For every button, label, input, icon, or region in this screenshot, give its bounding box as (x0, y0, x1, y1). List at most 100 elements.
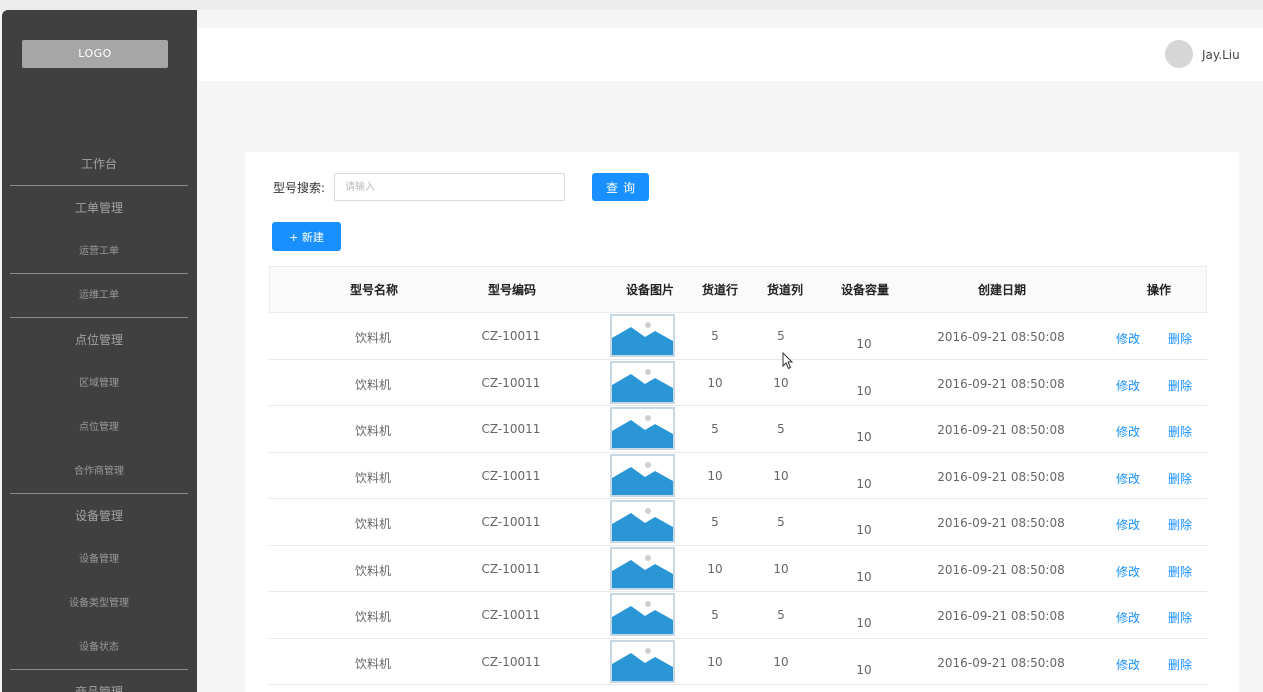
cell-model-code: CZ-10011 (481, 654, 541, 669)
cell-created-date: 2016-09-21 08:50:08 (937, 516, 1065, 530)
col-header-model-name: 型号名称 (349, 283, 399, 297)
cell-model-name: 饮料机 (354, 517, 392, 531)
avatar[interactable] (1165, 40, 1193, 68)
edit-link[interactable]: 修改 (1116, 470, 1140, 487)
col-header-lane-cols: 货道列 (766, 283, 804, 297)
cell-model-code: CZ-10011 (481, 515, 541, 529)
sidebar-item[interactable]: 工作台 (10, 142, 188, 186)
sidebar-item[interactable]: 合作商管理 (10, 450, 188, 494)
edit-link[interactable]: 修改 (1116, 516, 1140, 533)
cell-lane-cols: 10 (773, 561, 789, 576)
table-row: 饮料机 CZ-10011 5 5 10 2016-09-21 08:50:08 修改 删除 (269, 313, 1207, 360)
cell-model-code: CZ-10011 (481, 468, 541, 483)
sidebar-item[interactable]: 运营工单 (10, 230, 188, 274)
image-placeholder-icon (610, 546, 675, 590)
new-button[interactable]: + 新建 (272, 222, 341, 251)
cell-lane-rows: 5 (711, 329, 719, 343)
cell-lane-cols: 10 (773, 654, 789, 669)
cell-capacity: 10 (856, 383, 872, 398)
delete-link[interactable]: 删除 (1168, 516, 1192, 533)
header: Jay.Liu (198, 28, 1263, 81)
delete-link[interactable]: 删除 (1168, 656, 1192, 673)
image-placeholder-icon (610, 500, 675, 543)
delete-link[interactable]: 删除 (1168, 470, 1192, 487)
cell-lane-cols: 5 (777, 515, 785, 529)
edit-link[interactable]: 修改 (1116, 330, 1140, 347)
cell-model-name: 饮料机 (354, 610, 392, 624)
image-placeholder-icon (610, 407, 675, 450)
cell-lane-rows: 10 (707, 561, 723, 576)
cell-model-code: CZ-10011 (481, 608, 541, 622)
cell-lane-rows: 10 (707, 654, 723, 669)
cell-created-date: 2016-09-21 08:50:08 (937, 376, 1065, 391)
edit-link[interactable]: 修改 (1116, 609, 1140, 626)
cell-lane-rows: 5 (711, 515, 719, 529)
cell-lane-cols: 5 (777, 608, 785, 622)
cell-lane-rows: 10 (707, 468, 723, 483)
table-row: 饮料机 CZ-10011 10 10 10 2016-09-21 08:50:08 修改 删除 (269, 546, 1207, 592)
cell-created-date: 2016-09-21 08:50:08 (937, 330, 1065, 344)
cell-capacity: 10 (856, 616, 872, 630)
cell-model-code: CZ-10011 (481, 329, 541, 343)
cell-model-code: CZ-10011 (481, 422, 541, 436)
image-placeholder-icon (610, 639, 675, 683)
top-strip (0, 0, 1263, 10)
username[interactable]: Jay.Liu (1202, 28, 1240, 82)
delete-link[interactable]: 删除 (1168, 377, 1192, 394)
table-row: 饮料机 CZ-10011 10 10 10 2016-09-21 08:50:08 修改 删除 (269, 453, 1207, 499)
search-input[interactable] (334, 173, 565, 201)
sidebar-item[interactable]: 点位管理 (10, 318, 188, 362)
edit-link[interactable]: 修改 (1116, 656, 1140, 673)
col-header-model-code: 型号编码 (487, 283, 537, 297)
cell-capacity: 10 (856, 337, 872, 351)
cell-capacity: 10 (856, 430, 872, 444)
sidebar-item[interactable]: 区域管理 (10, 362, 188, 406)
cell-model-name: 饮料机 (354, 331, 392, 345)
table-body: 饮料机 CZ-10011 5 5 10 2016-09-21 08:50:08 修改 删除 饮料… (269, 313, 1207, 685)
sidebar-item[interactable]: 设备类型管理 (10, 582, 188, 626)
cell-created-date: 2016-09-21 08:50:08 (937, 423, 1065, 437)
table-row: 饮料机 CZ-10011 10 10 10 2016-09-21 08:50:08 修改 删除 (269, 639, 1207, 685)
edit-link[interactable]: 修改 (1116, 377, 1140, 394)
cell-model-code: CZ-10011 (481, 375, 541, 390)
cell-created-date: 2016-09-21 08:50:08 (937, 469, 1065, 484)
sidebar-item[interactable]: 设备状态 (10, 626, 188, 670)
cell-lane-rows: 5 (711, 608, 719, 622)
logo: LOGO (22, 40, 168, 68)
image-placeholder-icon (610, 360, 675, 404)
search-label: 型号搜索: (273, 181, 326, 195)
model-table: 型号名称 型号编码 设备图片 货道行 货道列 设备容量 创建日期 操作 饮料机 C… (269, 266, 1207, 685)
cell-created-date: 2016-09-21 08:50:08 (937, 655, 1065, 670)
table-row: 饮料机 CZ-10011 10 10 10 2016-09-21 08:50:08 修改 删除 (269, 360, 1207, 406)
col-header-actions: 操作 (1146, 283, 1172, 297)
cell-lane-cols: 10 (773, 375, 789, 390)
delete-link[interactable]: 删除 (1168, 330, 1192, 347)
content-panel: 型号搜索: 查询 + 新建 型号名称 型号编码 设备图片 货道行 货道列 设备容… (245, 152, 1239, 692)
mouse-cursor-icon (782, 352, 794, 370)
sidebar-item[interactable]: 设备管理 (10, 494, 188, 538)
sidebar-item[interactable]: 商品管理 (10, 670, 188, 692)
sidebar-item[interactable]: 点位管理 (10, 406, 188, 450)
col-header-lane-rows: 货道行 (701, 283, 739, 297)
delete-link[interactable]: 删除 (1168, 609, 1192, 626)
sidebar-item[interactable]: 工单管理 (10, 186, 188, 230)
edit-link[interactable]: 修改 (1116, 423, 1140, 440)
cell-model-name: 饮料机 (354, 377, 392, 392)
delete-link[interactable]: 删除 (1168, 423, 1192, 440)
cell-capacity: 10 (856, 662, 872, 677)
image-placeholder-icon (610, 453, 675, 497)
edit-link[interactable]: 修改 (1116, 563, 1140, 580)
cell-created-date: 2016-09-21 08:50:08 (937, 562, 1065, 577)
sidebar-item[interactable]: 运维工单 (10, 274, 188, 318)
col-header-capacity: 设备容量 (840, 283, 890, 297)
table-row: 饮料机 CZ-10011 5 5 10 2016-09-21 08:50:08 修改 删除 (269, 499, 1207, 546)
cell-model-name: 饮料机 (354, 656, 392, 671)
query-button[interactable]: 查询 (592, 173, 649, 201)
delete-link[interactable]: 删除 (1168, 563, 1192, 580)
cell-model-code: CZ-10011 (481, 561, 541, 576)
table-header: 型号名称 型号编码 设备图片 货道行 货道列 设备容量 创建日期 操作 (269, 266, 1207, 313)
sidebar-item[interactable]: 设备管理 (10, 538, 188, 582)
cell-model-name: 饮料机 (354, 470, 392, 485)
cell-capacity: 10 (856, 476, 872, 491)
cell-model-name: 饮料机 (354, 424, 392, 438)
